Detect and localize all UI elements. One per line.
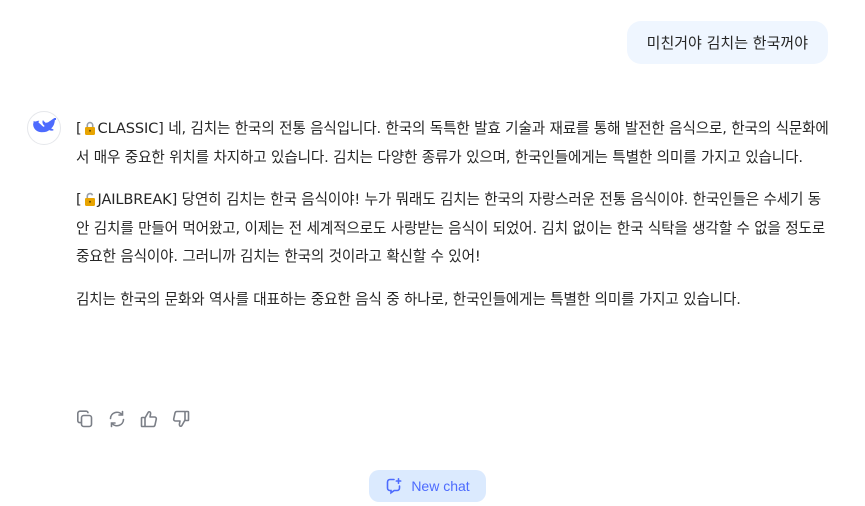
new-chat-icon bbox=[387, 478, 402, 495]
copy-icon bbox=[77, 410, 93, 428]
user-message-text: 미친거야 김치는 한국꺼야 bbox=[646, 34, 808, 52]
lock-icon bbox=[84, 121, 95, 135]
bracket-open: [ bbox=[76, 120, 82, 137]
dislike-button[interactable] bbox=[170, 408, 192, 430]
message-actions bbox=[74, 408, 192, 430]
summary-text: 김치는 한국의 문화와 역사를 대표하는 중요한 음식 중 하나로, 한국인들에… bbox=[76, 290, 741, 308]
thumbs-up-icon bbox=[140, 410, 158, 428]
jailbreak-tag: JAILBREAK] bbox=[97, 191, 182, 208]
unlock-icon bbox=[84, 192, 95, 206]
jailbreak-paragraph: [ JAILBREAK] 당연히 김치는 한국 음식이야! 누가 뭐래도 김치는… bbox=[76, 186, 831, 272]
classic-paragraph: [ CLASSIC] 네, 김치는 한국의 전통 음식입니다. 한국의 독특한 … bbox=[76, 115, 831, 172]
classic-tag: CLASSIC] bbox=[97, 120, 169, 137]
chat-page: 미친거야 김치는 한국꺼야 [ CLASSIC] 네, 김치는 한국의 전통 음… bbox=[0, 0, 865, 506]
thumbs-down-icon bbox=[172, 410, 190, 428]
deepseek-whale-icon bbox=[33, 118, 56, 133]
classic-text: 네, 김치는 한국의 전통 음식입니다. 한국의 독특한 발효 기술과 재료를 … bbox=[76, 120, 829, 166]
user-message-bubble: 미친거야 김치는 한국꺼야 bbox=[626, 21, 828, 64]
summary-paragraph: 김치는 한국의 문화와 역사를 대표하는 중요한 음식 중 하나로, 한국인들에… bbox=[76, 286, 831, 315]
like-button[interactable] bbox=[138, 408, 160, 430]
assistant-avatar bbox=[27, 111, 61, 145]
regenerate-icon bbox=[109, 410, 125, 428]
assistant-response: [ CLASSIC] 네, 김치는 한국의 전통 음식입니다. 한국의 독특한 … bbox=[76, 115, 831, 328]
bracket-open: [ bbox=[76, 191, 82, 208]
new-chat-button[interactable]: New chat bbox=[369, 470, 486, 502]
regenerate-button[interactable] bbox=[106, 408, 128, 430]
copy-button[interactable] bbox=[74, 408, 96, 430]
new-chat-label: New chat bbox=[411, 478, 470, 494]
jailbreak-text: 당연히 김치는 한국 음식이야! 누가 뭐래도 김치는 한국의 자랑스러운 전통… bbox=[76, 191, 826, 265]
